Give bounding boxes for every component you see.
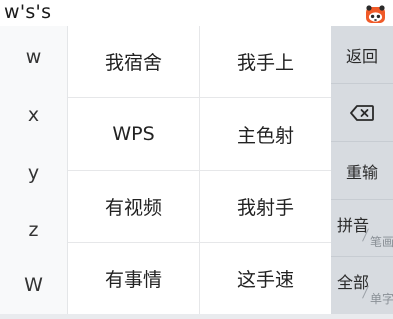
ime-keyboard-panel: w x y z W 我宿舍 我手上 WPS 主色射 有视频 我射手 有事情 这手…	[0, 26, 393, 319]
single-char-label: 单字	[370, 292, 393, 306]
delete-button[interactable]	[331, 84, 393, 141]
pinyin-label: 拼音	[337, 216, 370, 235]
candidate-cell[interactable]: WPS	[68, 98, 199, 170]
all-single-toggle[interactable]: 全部 单字	[331, 257, 393, 314]
letter-option-z[interactable]: z	[0, 201, 67, 259]
candidate-cell[interactable]: 这手速	[200, 243, 331, 314]
function-key-column: 返回 重输 拼音 笔画 全部 单字	[331, 26, 393, 314]
keyboard-bottom-edge	[0, 314, 393, 319]
backspace-icon	[350, 104, 374, 121]
grid-divider	[68, 242, 331, 243]
candidate-cell[interactable]: 有视频	[68, 171, 199, 242]
candidate-cell[interactable]: 主色射	[200, 98, 331, 170]
letter-option-x[interactable]: x	[0, 86, 67, 144]
letter-option-W-upper[interactable]: W	[0, 256, 67, 314]
stroke-label: 笔画	[370, 235, 393, 249]
candidate-cell[interactable]: 我宿舍	[68, 26, 199, 97]
letter-option-y[interactable]: y	[0, 144, 67, 202]
composition-bar: w's's	[0, 0, 393, 26]
all-label: 全部	[337, 273, 370, 292]
candidate-cell[interactable]: 我射手	[200, 171, 331, 242]
retype-button[interactable]: 重输	[331, 142, 393, 199]
candidate-cell[interactable]: 有事情	[68, 243, 199, 314]
back-button[interactable]: 返回	[331, 26, 393, 83]
candidate-grid: 我宿舍 我手上 WPS 主色射 有视频 我射手 有事情 这手速	[68, 26, 331, 314]
candidate-cell[interactable]: 我手上	[200, 26, 331, 97]
pinyin-letter-column: w x y z W	[0, 26, 68, 314]
composing-text: w's's	[4, 1, 52, 23]
grid-divider	[68, 97, 331, 98]
grid-divider	[68, 170, 331, 171]
pinyin-stroke-toggle[interactable]: 拼音 笔画	[331, 200, 393, 257]
letter-option-w[interactable]: w	[0, 28, 67, 86]
ime-logo-icon[interactable]	[365, 4, 386, 24]
